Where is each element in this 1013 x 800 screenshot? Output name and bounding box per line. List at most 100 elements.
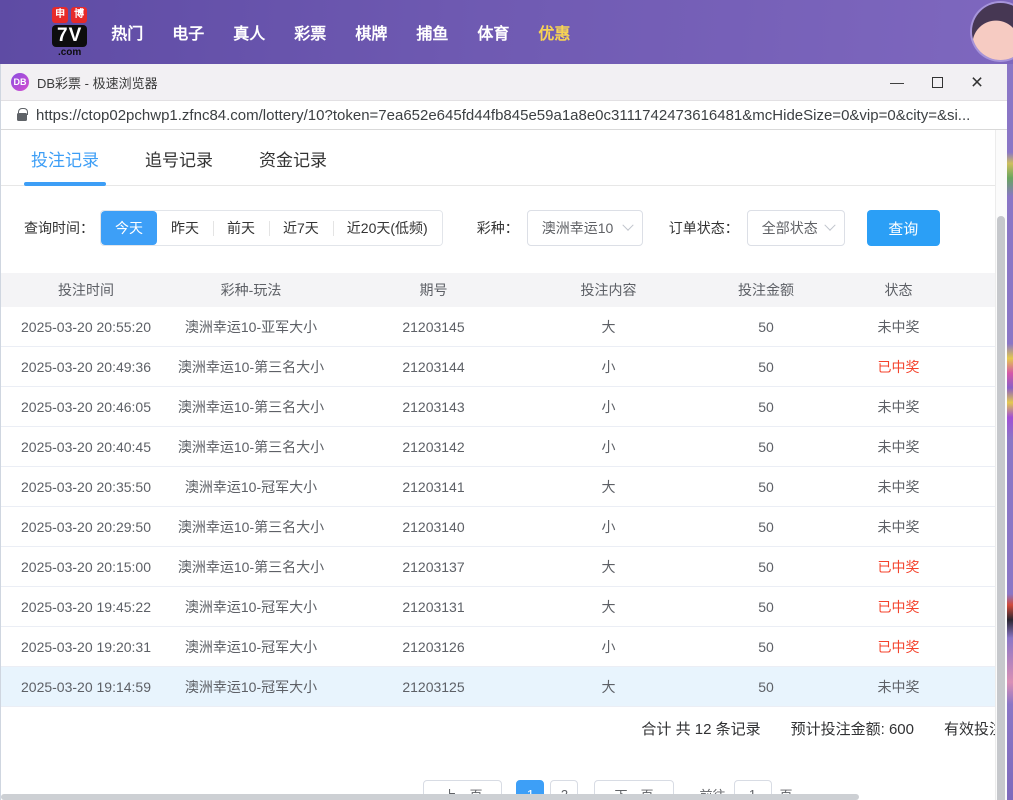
- logo-main-text: 7V: [52, 25, 87, 47]
- nav-item[interactable]: 彩票: [294, 20, 326, 44]
- bet-amount-cell: 50: [681, 439, 851, 455]
- bet-content-cell: 小: [536, 637, 681, 657]
- bet-time-cell: 2025-03-20 20:15:00: [1, 559, 171, 575]
- status-cell: 未中奖: [851, 317, 946, 337]
- status-cell: 未中奖: [851, 677, 946, 697]
- table-row[interactable]: 2025-03-20 20:46:05澳洲幸运10-第三名大小21203143小…: [1, 387, 1007, 427]
- col-status: 状态: [851, 280, 946, 300]
- table-row[interactable]: 2025-03-20 19:20:31澳洲幸运10-冠军大小21203126小5…: [1, 627, 1007, 667]
- game-play-cell: 澳洲幸运10-冠军大小: [171, 477, 331, 497]
- bet-content-cell: 小: [536, 397, 681, 417]
- bet-content-cell: 小: [536, 357, 681, 377]
- nav-item[interactable]: 捕鱼: [416, 20, 448, 44]
- game-play-cell: 澳洲幸运10-第三名大小: [171, 517, 331, 537]
- summary-row: 合计 共 12 条记录 预计投注金额: 600 有效投注金: [1, 707, 1007, 750]
- logo-badge-right: 博: [71, 7, 87, 23]
- issue-cell: 21203145: [331, 319, 536, 335]
- bet-amount-cell: 50: [681, 519, 851, 535]
- bet-amount-cell: 50: [681, 639, 851, 655]
- lottery-select[interactable]: 澳洲幸运10: [527, 210, 643, 246]
- vertical-scrollbar-thumb[interactable]: [997, 216, 1005, 800]
- issue-cell: 21203142: [331, 439, 536, 455]
- tab-投注记录[interactable]: 投注记录: [31, 146, 99, 185]
- nav-item[interactable]: 棋牌: [355, 20, 387, 44]
- col-bet-time: 投注时间: [1, 280, 171, 300]
- expected-amount: 预计投注金额: 600: [791, 718, 914, 739]
- table-row[interactable]: 2025-03-20 19:45:22澳洲幸运10-冠军大小21203131大5…: [1, 587, 1007, 627]
- bet-amount-cell: 50: [681, 319, 851, 335]
- issue-cell: 21203143: [331, 399, 536, 415]
- status-cell: 已中奖: [851, 557, 946, 577]
- time-filter-group: 今天昨天前天近7天近20天(低频): [100, 210, 443, 246]
- address-bar[interactable]: https://ctop02pchwp1.zfnc84.com/lottery/…: [1, 101, 1007, 130]
- order-status-value: 全部状态: [762, 218, 818, 238]
- user-avatar[interactable]: [972, 3, 1013, 60]
- table-row[interactable]: 2025-03-20 20:55:20澳洲幸运10-亚军大小21203145大5…: [1, 307, 1007, 347]
- table-header: 投注时间 彩种-玩法 期号 投注内容 投注金额 状态: [1, 273, 1007, 307]
- bet-time-cell: 2025-03-20 19:45:22: [1, 599, 171, 615]
- page-content: 投注记录 追号记录 资金记录 查询时间： 今天昨天前天近7天近20天(低频) 彩种：…: [1, 130, 1007, 800]
- nav-item[interactable]: 优惠: [538, 20, 570, 44]
- bet-time-cell: 2025-03-20 20:35:50: [1, 479, 171, 495]
- logo-suffix-text: .com: [58, 48, 81, 58]
- bet-records-table: 投注时间 彩种-玩法 期号 投注内容 投注金额 状态 2025-03-20 20…: [1, 273, 1007, 707]
- bet-amount-cell: 50: [681, 559, 851, 575]
- table-body: 2025-03-20 20:55:20澳洲幸运10-亚军大小21203145大5…: [1, 307, 1007, 707]
- time-option[interactable]: 前天: [213, 211, 269, 245]
- col-bet-content: 投注内容: [536, 280, 681, 300]
- lottery-filter-label: 彩种：: [477, 218, 519, 238]
- issue-cell: 21203131: [331, 599, 536, 615]
- url-text[interactable]: https://ctop02pchwp1.zfnc84.com/lottery/…: [36, 107, 970, 124]
- table-row[interactable]: 2025-03-20 20:49:36澳洲幸运10-第三名大小21203144小…: [1, 347, 1007, 387]
- order-status-select[interactable]: 全部状态: [747, 210, 845, 246]
- bet-content-cell: 大: [536, 317, 681, 337]
- bet-content-cell: 大: [536, 557, 681, 577]
- lottery-select-value: 澳洲幸运10: [542, 218, 614, 238]
- bet-amount-cell: 50: [681, 399, 851, 415]
- maximize-icon: [932, 77, 943, 88]
- game-play-cell: 澳洲幸运10-第三名大小: [171, 557, 331, 577]
- game-play-cell: 澳洲幸运10-冠军大小: [171, 597, 331, 617]
- maximize-button[interactable]: [917, 67, 957, 97]
- horizontal-scrollbar[interactable]: [1, 794, 1007, 800]
- status-cell: 已中奖: [851, 637, 946, 657]
- tab-资金记录[interactable]: 资金记录: [259, 146, 327, 185]
- issue-cell: 21203141: [331, 479, 536, 495]
- status-cell: 未中奖: [851, 437, 946, 457]
- bet-time-cell: 2025-03-20 20:29:50: [1, 519, 171, 535]
- close-button[interactable]: ×: [957, 67, 997, 97]
- nav-item[interactable]: 真人: [233, 20, 265, 44]
- game-play-cell: 澳洲幸运10-第三名大小: [171, 397, 331, 417]
- bet-content-cell: 小: [536, 437, 681, 457]
- table-row[interactable]: 2025-03-20 20:15:00澳洲幸运10-第三名大小21203137大…: [1, 547, 1007, 587]
- search-button[interactable]: 查询: [867, 210, 940, 246]
- site-logo[interactable]: 申 博 7V .com: [52, 7, 87, 58]
- table-row[interactable]: 2025-03-20 19:14:59澳洲幸运10-冠军大小21203125大5…: [1, 667, 1007, 707]
- game-play-cell: 澳洲幸运10-冠军大小: [171, 637, 331, 657]
- nav-item[interactable]: 体育: [477, 20, 509, 44]
- time-option[interactable]: 近20天(低频): [333, 211, 442, 245]
- col-game-play: 彩种-玩法: [171, 280, 331, 300]
- status-cell: 未中奖: [851, 517, 946, 537]
- filter-row: 查询时间： 今天昨天前天近7天近20天(低频) 彩种： 澳洲幸运10 订单状态：…: [24, 210, 1007, 246]
- logo-badges: 申 博: [52, 7, 87, 23]
- time-option[interactable]: 昨天: [157, 211, 213, 245]
- vertical-scrollbar[interactable]: [995, 130, 1007, 800]
- horizontal-scrollbar-thumb[interactable]: [1, 794, 859, 800]
- col-bet-amount: 投注金额: [681, 280, 851, 300]
- bet-time-cell: 2025-03-20 19:14:59: [1, 679, 171, 695]
- bet-amount-cell: 50: [681, 479, 851, 495]
- record-count: 合计 共 12 条记录: [641, 718, 760, 739]
- table-row[interactable]: 2025-03-20 20:29:50澳洲幸运10-第三名大小21203140小…: [1, 507, 1007, 547]
- bet-content-cell: 大: [536, 477, 681, 497]
- browser-window: DB DB彩票 - 极速浏览器 — × https://ctop02pchwp1…: [0, 64, 1007, 800]
- table-row[interactable]: 2025-03-20 20:35:50澳洲幸运10-冠军大小21203141大5…: [1, 467, 1007, 507]
- minimize-button[interactable]: —: [877, 67, 917, 97]
- table-row[interactable]: 2025-03-20 20:40:45澳洲幸运10-第三名大小21203142小…: [1, 427, 1007, 467]
- background-page-strip: [1007, 64, 1013, 800]
- time-option[interactable]: 近7天: [269, 211, 333, 245]
- nav-item[interactable]: 电子: [172, 20, 204, 44]
- nav-item[interactable]: 热门: [111, 20, 143, 44]
- time-option[interactable]: 今天: [101, 211, 157, 245]
- tab-追号记录[interactable]: 追号记录: [145, 146, 213, 185]
